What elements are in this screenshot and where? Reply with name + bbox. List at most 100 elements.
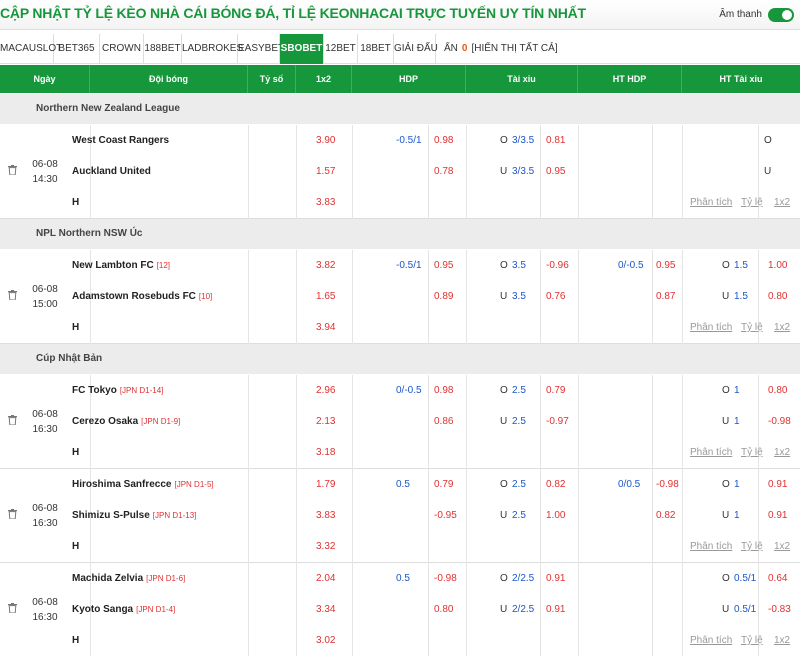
- home-hdp-odd[interactable]: -0.98: [434, 573, 457, 584]
- away-1x2-odd[interactable]: 1.65: [316, 291, 335, 302]
- away-team[interactable]: Cerezo Osaka [JPN D1-9]: [72, 416, 180, 427]
- tab-18bet[interactable]: 18BET: [358, 33, 394, 64]
- home-hdp-odd[interactable]: 0.95: [434, 260, 453, 271]
- draw-1x2-odd[interactable]: 3.32: [316, 541, 335, 552]
- x12-link[interactable]: 1x2: [774, 635, 790, 646]
- home-hdp-odd[interactable]: 0.98: [434, 385, 453, 396]
- home-team[interactable]: West Coast Rangers: [72, 135, 169, 146]
- column-divider: [466, 250, 467, 344]
- away-team[interactable]: Auckland United: [72, 166, 151, 177]
- trash-icon[interactable]: [8, 165, 17, 176]
- away-team[interactable]: Kyoto Sanga [JPN D1-4]: [72, 604, 175, 615]
- match-datetime: 06-08 16:30: [30, 501, 60, 531]
- home-ou-odd[interactable]: 0.82: [546, 479, 565, 490]
- show-all-link[interactable]: [HIỂN THỊ TẤT CẢ]: [471, 43, 557, 54]
- tab-giải-đấu[interactable]: GIẢI ĐẤU: [394, 33, 438, 64]
- col-ou: Tài xỉu: [466, 65, 578, 93]
- analysis-link[interactable]: Phân tích: [690, 447, 732, 458]
- home-1x2-odd[interactable]: 2.04: [316, 573, 335, 584]
- odds-link[interactable]: Tỷ lệ: [741, 322, 763, 333]
- away-hdp-odd[interactable]: 0.80: [434, 604, 453, 615]
- away-ou-odd[interactable]: 0.91: [546, 604, 565, 615]
- away-hdp-odd[interactable]: 0.78: [434, 166, 453, 177]
- col-1x2: 1x2: [296, 65, 352, 93]
- analysis-link[interactable]: Phân tích: [690, 541, 732, 552]
- home-ht-hdp-odd[interactable]: 0.95: [656, 260, 675, 271]
- away-team[interactable]: Shimizu S-Pulse [JPN D1-13]: [72, 510, 196, 521]
- x12-link[interactable]: 1x2: [774, 541, 790, 552]
- draw-1x2-odd[interactable]: 3.83: [316, 197, 335, 208]
- home-ou-odd[interactable]: 0.81: [546, 135, 565, 146]
- away-ht-hdp-odd[interactable]: 0.87: [656, 291, 675, 302]
- away-1x2-odd[interactable]: 1.57: [316, 166, 335, 177]
- home-1x2-odd[interactable]: 3.82: [316, 260, 335, 271]
- home-ht-hdp-odd[interactable]: -0.98: [656, 479, 679, 490]
- home-team[interactable]: Hiroshima Sanfrecce [JPN D1-5]: [72, 479, 214, 490]
- away-ou-odd[interactable]: 1.00: [546, 510, 565, 521]
- x12-link[interactable]: 1x2: [774, 447, 790, 458]
- away-hdp-odd[interactable]: 0.89: [434, 291, 453, 302]
- home-ou-odd[interactable]: 0.79: [546, 385, 565, 396]
- odds-link[interactable]: Tỷ lệ: [741, 447, 763, 458]
- sound-toggle[interactable]: [768, 8, 794, 22]
- x12-link[interactable]: 1x2: [774, 197, 790, 208]
- home-ou-side: O: [500, 479, 508, 490]
- home-ht-ou-odd[interactable]: 1.00: [768, 260, 787, 271]
- tab-sbobet[interactable]: SBOBET: [280, 33, 324, 64]
- column-divider: [248, 250, 249, 344]
- column-divider: [652, 375, 653, 469]
- trash-icon[interactable]: [8, 509, 17, 520]
- away-ht-ou-odd[interactable]: -0.98: [768, 416, 791, 427]
- away-ou-odd[interactable]: -0.97: [546, 416, 569, 427]
- away-1x2-odd[interactable]: 2.13: [316, 416, 335, 427]
- odds-link[interactable]: Tỷ lệ: [741, 541, 763, 552]
- home-1x2-odd[interactable]: 3.90: [316, 135, 335, 146]
- draw-1x2-odd[interactable]: 3.02: [316, 635, 335, 646]
- home-ou-odd[interactable]: -0.96: [546, 260, 569, 271]
- away-ou-odd[interactable]: 0.95: [546, 166, 565, 177]
- home-ht-ou-odd[interactable]: 0.64: [768, 573, 787, 584]
- home-1x2-odd[interactable]: 2.96: [316, 385, 335, 396]
- away-ht-ou-odd[interactable]: 0.80: [768, 291, 787, 302]
- away-ht-ou-odd[interactable]: 0.91: [768, 510, 787, 521]
- column-divider: [466, 563, 467, 656]
- draw-1x2-odd[interactable]: 3.18: [316, 447, 335, 458]
- tab-easybet[interactable]: EASYBET: [238, 33, 284, 64]
- draw-1x2-odd[interactable]: 3.94: [316, 322, 335, 333]
- column-divider: [578, 469, 579, 563]
- away-ht-ou-odd[interactable]: -0.83: [768, 604, 791, 615]
- away-1x2-odd[interactable]: 3.83: [316, 510, 335, 521]
- tab-bet365[interactable]: BET365: [54, 33, 100, 64]
- hide-filter[interactable]: ẨN 0 [HIỂN THỊ TẤT CẢ]: [436, 34, 558, 64]
- trash-icon[interactable]: [8, 603, 17, 614]
- home-team[interactable]: Machida Zelvia [JPN D1-6]: [72, 573, 185, 584]
- tab-macauslot[interactable]: MACAUSLOT: [0, 33, 62, 64]
- x12-link[interactable]: 1x2: [774, 322, 790, 333]
- odds-link[interactable]: Tỷ lệ: [741, 197, 763, 208]
- away-hdp-odd[interactable]: 0.86: [434, 416, 453, 427]
- home-ht-ou-odd[interactable]: 0.91: [768, 479, 787, 490]
- home-1x2-odd[interactable]: 1.79: [316, 479, 335, 490]
- tab-crown[interactable]: CROWN: [100, 33, 144, 64]
- odds-link[interactable]: Tỷ lệ: [741, 635, 763, 646]
- analysis-link[interactable]: Phân tích: [690, 322, 732, 333]
- away-1x2-odd[interactable]: 3.34: [316, 604, 335, 615]
- home-ht-ou-odd[interactable]: 0.80: [768, 385, 787, 396]
- tab-12bet[interactable]: 12BET: [324, 33, 358, 64]
- analysis-link[interactable]: Phân tích: [690, 635, 732, 646]
- tab-ladbrokes[interactable]: LADBROKES: [182, 33, 243, 64]
- away-ou-odd[interactable]: 0.76: [546, 291, 565, 302]
- away-team[interactable]: Adamstown Rosebuds FC [10]: [72, 291, 212, 302]
- trash-icon[interactable]: [8, 415, 17, 426]
- tab-188bet[interactable]: 188BET: [144, 33, 182, 64]
- home-hdp-odd[interactable]: 0.79: [434, 479, 453, 490]
- away-hdp-odd[interactable]: -0.95: [434, 510, 457, 521]
- home-hdp-odd[interactable]: 0.98: [434, 135, 453, 146]
- home-team[interactable]: FC Tokyo [JPN D1-14]: [72, 385, 163, 396]
- analysis-link[interactable]: Phân tích: [690, 197, 732, 208]
- trash-icon[interactable]: [8, 290, 17, 301]
- away-ht-hdp-odd[interactable]: 0.82: [656, 510, 675, 521]
- home-ou-odd[interactable]: 0.91: [546, 573, 565, 584]
- column-divider: [248, 469, 249, 563]
- home-team[interactable]: New Lambton FC [12]: [72, 260, 170, 271]
